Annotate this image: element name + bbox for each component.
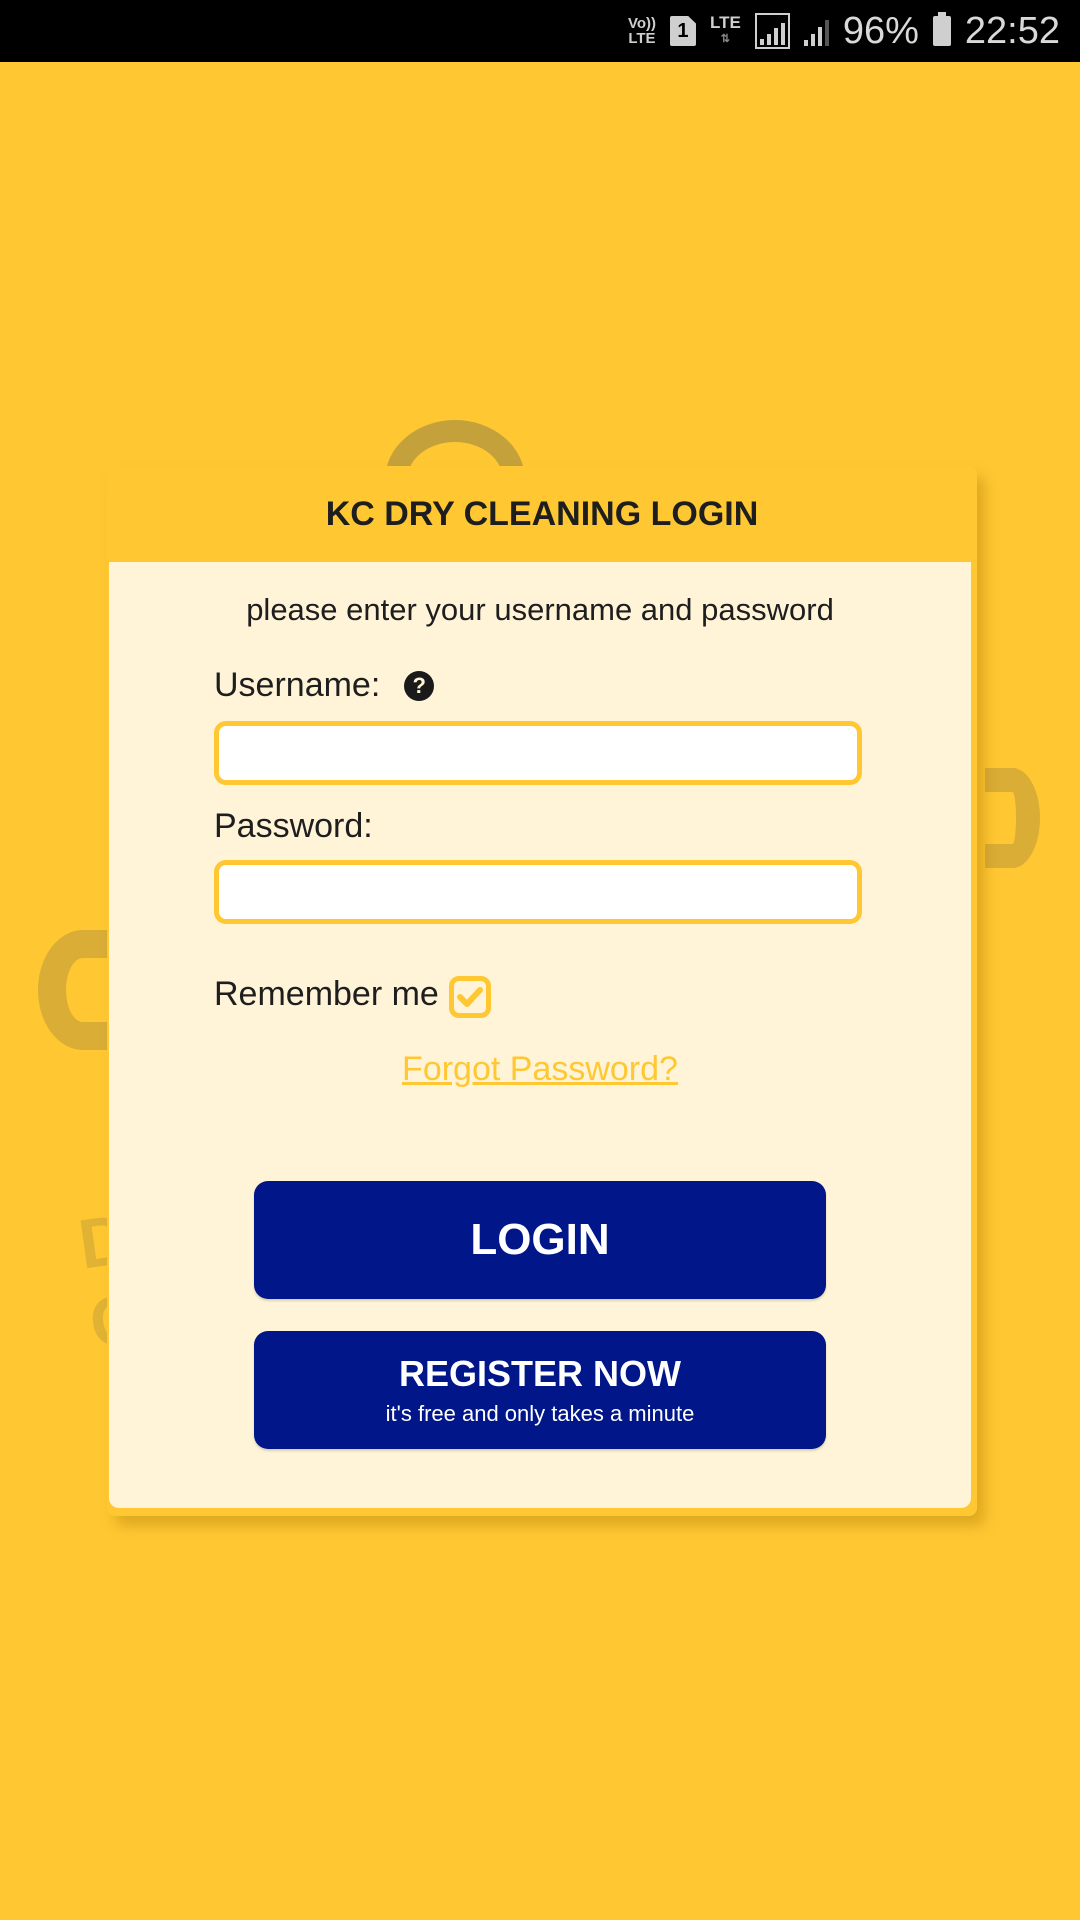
register-button-label: REGISTER NOW [398,1353,681,1394]
remember-me-checkbox[interactable] [448,976,491,1018]
volte-bottom: LTE [628,30,656,47]
battery-percent: 96% [842,9,919,52]
battery-icon [932,12,951,46]
username-label: Username: [214,666,381,704]
volte-icon: Vo)) LTE [628,16,656,46]
login-button-label: LOGIN [470,1215,610,1264]
register-button[interactable]: REGISTER NOW it's free and only takes a … [254,1331,826,1449]
question-circle-icon[interactable]: ? [404,670,435,701]
card-body: please enter your username and password … [109,562,971,1508]
signal-strength-icon-2 [803,16,829,46]
login-button[interactable]: LOGIN [254,1181,826,1299]
card-title: KC DRY CLEANING LOGIN [325,494,759,533]
sim-slot: 1 [677,19,689,42]
signal-strength-icon-1 [754,13,790,49]
remember-me-row[interactable]: Remember me [214,970,491,1018]
lte-data-icon: LTE ⇅ [709,13,741,45]
clock: 22:52 [964,9,1060,52]
login-card: KC DRY CLEANING LOGIN please enter your … [107,466,977,1516]
forgot-password-link[interactable]: Forgot Password? [109,1050,971,1089]
network-type: LTE [709,13,741,32]
status-bar: Vo)) LTE 1 LTE ⇅ 96% 22:52 [0,0,1080,62]
username-label-row: Username: ? [214,666,435,705]
forgot-password-text[interactable]: Forgot Password? [402,1050,678,1088]
intro-text: please enter your username and password [246,592,834,627]
sim-card-icon: 1 [669,16,696,46]
watermark-right-curve [985,768,1040,868]
remember-me-label: Remember me [214,974,439,1013]
volte-top: Vo)) [627,15,656,32]
password-input[interactable] [214,860,862,924]
username-input[interactable] [214,721,862,785]
password-label: Password: [214,807,373,845]
register-button-subtext: it's free and only takes a minute [385,1401,695,1426]
checkmark-icon [456,987,483,1007]
